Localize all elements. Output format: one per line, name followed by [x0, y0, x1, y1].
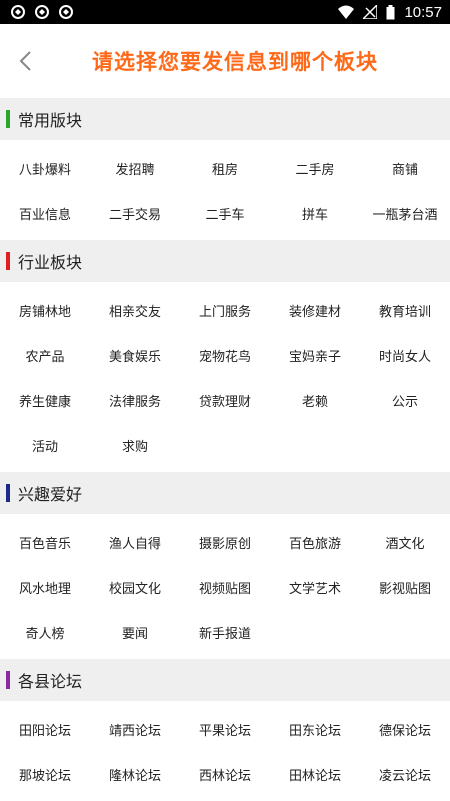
back-button[interactable] — [10, 46, 40, 76]
board-item[interactable]: 上门服务 — [180, 288, 270, 333]
board-item[interactable]: 百业信息 — [0, 191, 90, 236]
board-item[interactable]: 百色旅游 — [270, 520, 360, 565]
board-item[interactable]: 二手交易 — [90, 191, 180, 236]
board-item[interactable]: 田阳论坛 — [0, 707, 90, 752]
section-grid-common: 八卦爆料 发招聘 租房 二手房 商铺 百业信息 二手交易 二手车 拼车 一瓶茅台… — [0, 140, 450, 240]
board-item[interactable]: 公示 — [360, 378, 450, 423]
board-item[interactable]: 靖西论坛 — [90, 707, 180, 752]
board-item[interactable]: 养生健康 — [0, 378, 90, 423]
board-item[interactable]: 农产品 — [0, 333, 90, 378]
section-grid-industry: 房铺林地 相亲交友 上门服务 装修建材 教育培训 农产品 美食娱乐 宠物花鸟 宝… — [0, 282, 450, 472]
section-grid-interest: 百色音乐 渔人自得 摄影原创 百色旅游 酒文化 风水地理 校园文化 视频贴图 文… — [0, 514, 450, 659]
status-notifications — [10, 4, 74, 20]
board-item[interactable]: 美食娱乐 — [90, 333, 180, 378]
board-item[interactable]: 西林论坛 — [180, 752, 270, 797]
notification-icon — [59, 5, 73, 19]
board-item[interactable]: 教育培训 — [360, 288, 450, 333]
page-title: 请选择您要发信息到哪个板块 — [92, 50, 378, 74]
board-item[interactable]: 装修建材 — [270, 288, 360, 333]
board-item[interactable]: 八卦爆料 — [0, 146, 90, 191]
board-item[interactable]: 酒文化 — [360, 520, 450, 565]
board-item[interactable]: 那坡论坛 — [0, 752, 90, 797]
board-item[interactable]: 田林论坛 — [270, 752, 360, 797]
page-header: 请选择您要发信息到哪个板块 — [0, 24, 450, 98]
section-accent-bar — [6, 484, 10, 502]
board-item[interactable]: 宝妈亲子 — [270, 333, 360, 378]
board-item[interactable]: 校园文化 — [90, 565, 180, 610]
board-item[interactable]: 隆林论坛 — [90, 752, 180, 797]
board-item[interactable]: 影视贴图 — [360, 565, 450, 610]
chevron-left-icon — [19, 51, 31, 71]
board-item[interactable]: 求购 — [90, 423, 180, 468]
wifi-icon — [338, 5, 355, 19]
board-item[interactable]: 贷款理财 — [180, 378, 270, 423]
board-item[interactable]: 百色音乐 — [0, 520, 90, 565]
board-item[interactable]: 一瓶茅台酒 — [360, 191, 450, 236]
board-item[interactable]: 摄影原创 — [180, 520, 270, 565]
section-header-common: 常用版块 — [0, 98, 450, 140]
board-item[interactable]: 德保论坛 — [360, 707, 450, 752]
board-item[interactable]: 商铺 — [360, 146, 450, 191]
board-item[interactable]: 活动 — [0, 423, 90, 468]
section-accent-bar — [6, 110, 10, 128]
status-bar: 10:57 — [0, 0, 450, 24]
board-item[interactable]: 二手车 — [180, 191, 270, 236]
board-item[interactable]: 凌云论坛 — [360, 752, 450, 797]
board-item[interactable]: 房铺林地 — [0, 288, 90, 333]
section-header-county: 各县论坛 — [0, 659, 450, 701]
status-time: 10:57 — [404, 3, 442, 21]
board-item[interactable]: 平果论坛 — [180, 707, 270, 752]
board-item[interactable]: 拼车 — [270, 191, 360, 236]
section-title: 常用版块 — [18, 111, 83, 130]
section-grid-county: 田阳论坛 靖西论坛 平果论坛 田东论坛 德保论坛 那坡论坛 隆林论坛 西林论坛 … — [0, 701, 450, 801]
board-item[interactable]: 视频贴图 — [180, 565, 270, 610]
board-item[interactable]: 文学艺术 — [270, 565, 360, 610]
board-item[interactable]: 时尚女人 — [360, 333, 450, 378]
board-item[interactable]: 老赖 — [270, 378, 360, 423]
board-item[interactable]: 发招聘 — [90, 146, 180, 191]
status-system: 10:57 — [338, 4, 442, 21]
no-signal-icon — [363, 5, 378, 19]
section-title: 兴趣爱好 — [18, 485, 83, 504]
board-item[interactable]: 二手房 — [270, 146, 360, 191]
section-header-industry: 行业板块 — [0, 240, 450, 282]
board-item[interactable]: 新手报道 — [180, 610, 270, 655]
board-item[interactable]: 田东论坛 — [270, 707, 360, 752]
board-item[interactable]: 相亲交友 — [90, 288, 180, 333]
battery-icon — [386, 4, 395, 19]
board-item[interactable]: 奇人榜 — [0, 610, 90, 655]
notification-icon — [11, 5, 25, 19]
board-item[interactable]: 要闻 — [90, 610, 180, 655]
board-item[interactable]: 渔人自得 — [90, 520, 180, 565]
board-item[interactable]: 法律服务 — [90, 378, 180, 423]
section-accent-bar — [6, 671, 10, 689]
notification-icon — [35, 5, 49, 19]
section-header-interest: 兴趣爱好 — [0, 472, 450, 514]
board-item[interactable]: 租房 — [180, 146, 270, 191]
board-item[interactable]: 风水地理 — [0, 565, 90, 610]
section-title: 行业板块 — [18, 253, 83, 272]
section-accent-bar — [6, 252, 10, 270]
board-item[interactable]: 宠物花鸟 — [180, 333, 270, 378]
section-title: 各县论坛 — [18, 672, 83, 691]
